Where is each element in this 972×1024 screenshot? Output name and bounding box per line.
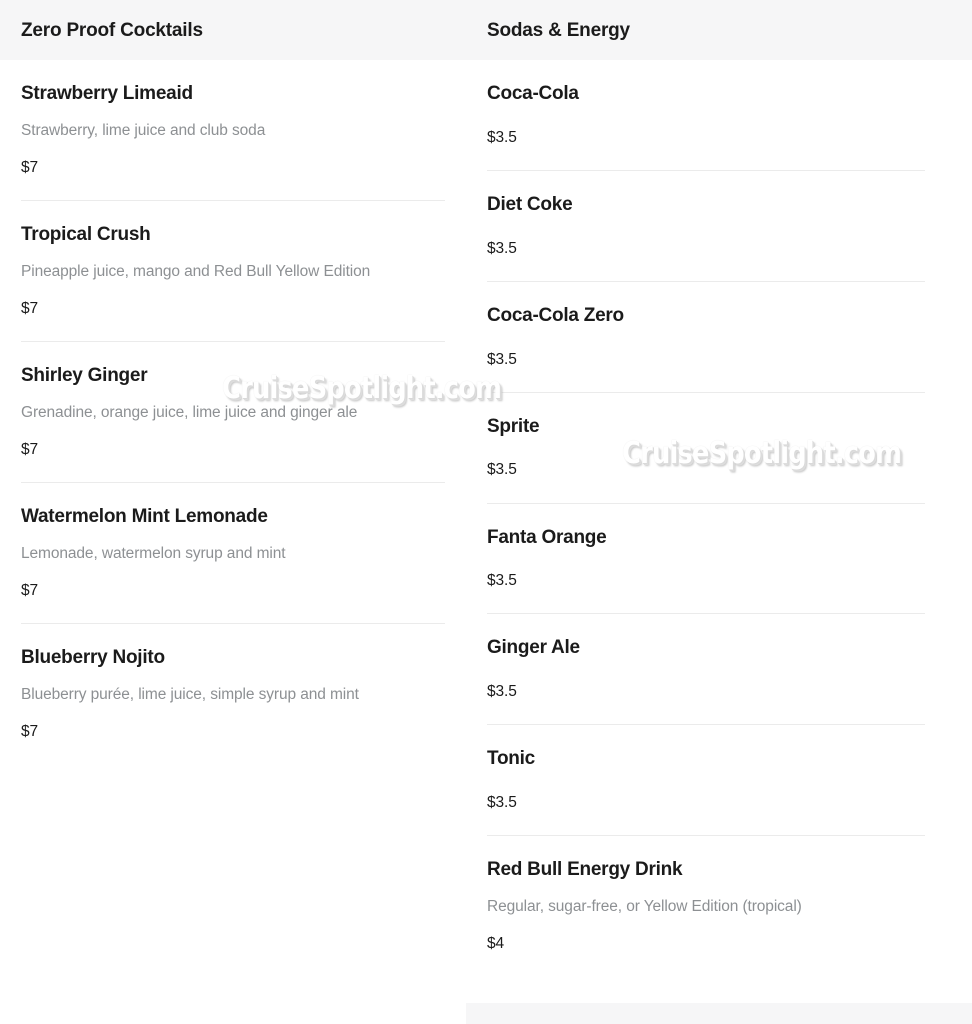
item-name: Ginger Ale (487, 637, 580, 659)
item-price: $7 (21, 299, 39, 317)
menu-item[interactable]: Diet Coke $3.5 (487, 171, 925, 282)
item-price: $7 (21, 581, 39, 599)
item-price: $3.5 (487, 794, 517, 812)
menu-item[interactable]: Ginger Ale $3.5 (487, 614, 925, 726)
item-name: Strawberry Limeaid (21, 83, 193, 104)
item-name: Fanta Orange (487, 526, 607, 548)
menu-item[interactable]: Shirley Ginger Grenadine, orange juice, … (21, 342, 445, 484)
item-name: Tropical Crush (21, 224, 151, 246)
item-price: $3.5 (487, 239, 517, 257)
item-price: $7 (21, 440, 39, 458)
section-body-sodas-energy: Coca-Cola $3.5 Diet Coke $3.5 Coca-Cola … (466, 60, 972, 977)
item-price: $4 (487, 935, 505, 953)
item-description: Lemonade, watermelon syrup and mint (21, 544, 286, 562)
menu-item[interactable]: Coca-Cola Zero $3.5 (487, 282, 925, 393)
item-price: $7 (21, 723, 39, 741)
item-price: $3.5 (487, 572, 517, 590)
menu-item[interactable]: Coca-Cola $3.5 (487, 60, 925, 171)
item-price: $3.5 (487, 461, 517, 479)
item-description: Grenadine, orange juice, lime juice and … (21, 403, 358, 421)
section-header-sodas-energy: Sodas & Energy (466, 0, 972, 60)
item-description: Regular, sugar-free, or Yellow Edition (… (487, 897, 802, 915)
item-description: Blueberry purée, lime juice, simple syru… (21, 685, 359, 703)
item-name: Tonic (487, 748, 536, 770)
item-name: Diet Coke (487, 193, 573, 215)
menu-section-zero-proof-cocktails: Zero Proof Cocktails Strawberry Limeaid … (0, 0, 466, 1024)
menu-section-sodas-energy: Sodas & Energy Coca-Cola $3.5 Diet Coke … (466, 0, 972, 1024)
item-name: Watermelon Mint Lemonade (21, 506, 268, 528)
item-price: $3.5 (487, 683, 517, 701)
menu-item[interactable]: Sprite $3.5 (487, 393, 925, 504)
section-body-zero-proof-cocktails: Strawberry Limeaid Strawberry, lime juic… (0, 60, 466, 765)
item-name: Red Bull Energy Drink (487, 859, 683, 881)
section-footer-strip (466, 1003, 972, 1024)
section-title: Zero Proof Cocktails (21, 19, 203, 41)
menu-item[interactable]: Red Bull Energy Drink Regular, sugar-fre… (487, 836, 925, 976)
item-name: Blueberry Nojito (21, 647, 165, 669)
menu-item[interactable]: Watermelon Mint Lemonade Lemonade, water… (21, 483, 445, 625)
menu-item[interactable]: Tropical Crush Pineapple juice, mango an… (21, 201, 445, 343)
menu-item[interactable]: Blueberry Nojito Blueberry purée, lime j… (21, 624, 445, 764)
menu-board: Zero Proof Cocktails Strawberry Limeaid … (0, 0, 972, 1024)
item-name: Sprite (487, 415, 540, 437)
section-header-zero-proof-cocktails: Zero Proof Cocktails (0, 0, 466, 60)
item-price: $7 (21, 158, 39, 176)
menu-item[interactable]: Strawberry Limeaid Strawberry, lime juic… (21, 60, 445, 202)
item-description: Strawberry, lime juice and club soda (21, 121, 266, 139)
item-price: $3.5 (487, 128, 517, 146)
menu-item[interactable]: Tonic $3.5 (487, 725, 925, 837)
item-price: $3.5 (487, 350, 517, 368)
menu-item[interactable]: Fanta Orange $3.5 (487, 504, 925, 615)
item-name: Coca-Cola Zero (487, 304, 624, 326)
item-name: Shirley Ginger (21, 365, 148, 387)
item-name: Coca-Cola (487, 83, 579, 104)
section-title: Sodas & Energy (487, 19, 630, 41)
item-description: Pineapple juice, mango and Red Bull Yell… (21, 262, 371, 280)
